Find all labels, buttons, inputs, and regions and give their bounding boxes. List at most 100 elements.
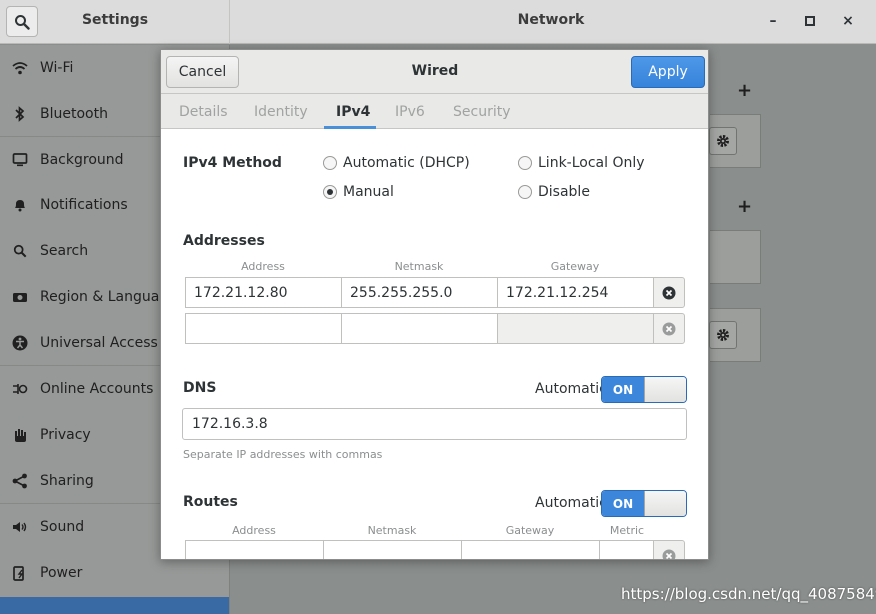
column-header-address: Address — [241, 260, 285, 273]
window-titlebar: Settings Network – × — [0, 0, 876, 44]
radio-label: Disable — [538, 184, 590, 200]
speaker-icon — [13, 522, 27, 532]
watermark: https://blog.csdn.net/qq_40875849 — [621, 585, 876, 603]
power-icon — [13, 566, 24, 581]
sidebar-item-label: Universal Access — [40, 335, 158, 351]
routes-heading: Routes — [183, 494, 238, 510]
sidebar-item-label: Notifications — [40, 197, 128, 213]
sidebar-item-label: Wi-Fi — [40, 60, 74, 76]
switch-on-label: ON — [602, 491, 644, 516]
tab-ipv6[interactable]: IPv6 — [395, 104, 425, 120]
tab-details[interactable]: Details — [179, 104, 228, 120]
bell-icon — [15, 200, 25, 212]
sidebar-item-label: Sharing — [40, 473, 94, 489]
delete-address-button[interactable] — [653, 277, 685, 308]
gateway-input[interactable]: 172.21.12.254 — [497, 277, 654, 308]
addresses-heading: Addresses — [183, 233, 265, 249]
netmask-input-empty[interactable] — [341, 313, 498, 344]
settings-header: Settings — [0, 0, 230, 44]
route-column-gateway: Gateway — [505, 524, 555, 537]
dns-automatic-label: Automatic — [535, 381, 607, 397]
route-column-address: Address — [232, 524, 276, 537]
accessibility-icon — [12, 335, 28, 351]
routes-automatic-label: Automatic — [535, 495, 607, 511]
wired-settings-button[interactable] — [709, 127, 737, 155]
share-icon — [12, 473, 27, 489]
gear-icon — [717, 329, 729, 341]
sidebar-item-label: Search — [40, 243, 89, 259]
ipv4-method-label: IPv4 Method — [183, 155, 282, 171]
proxy-settings-button[interactable] — [709, 321, 737, 349]
settings-title: Settings — [81, 12, 149, 28]
delete-route-button[interactable] — [653, 540, 685, 559]
bluetooth-icon — [15, 106, 25, 122]
radio-label: Manual — [343, 184, 394, 200]
wired-settings-dialog: Cancel Wired Apply Details Identity IPv4… — [160, 49, 709, 560]
radio-indicator-selected — [323, 185, 337, 199]
cancel-button[interactable]: Cancel — [166, 56, 239, 88]
search-button[interactable] — [6, 6, 38, 37]
maximize-icon — [805, 16, 815, 26]
clear-icon — [662, 322, 676, 335]
sidebar-item-label: Privacy — [40, 427, 91, 443]
column-header-gateway: Gateway — [550, 260, 600, 273]
sidebar-item-label: Online Accounts — [40, 381, 154, 397]
dns-input[interactable]: 172.16.3.8 — [182, 408, 687, 440]
route-column-metric: Metric — [609, 524, 645, 537]
add-connection-button[interactable]: + — [737, 80, 752, 101]
gear-icon — [717, 135, 729, 147]
route-column-netmask: Netmask — [367, 524, 417, 537]
sidebar-item-label: Background — [40, 152, 124, 168]
dns-heading: DNS — [183, 380, 217, 396]
vpn-card — [710, 230, 761, 284]
radio-label: Link-Local Only — [538, 155, 645, 171]
sidebar-item-selected[interactable] — [0, 597, 229, 614]
route-metric-input[interactable] — [599, 540, 654, 559]
delete-address-button-empty[interactable] — [653, 313, 685, 344]
minimize-button[interactable]: – — [762, 10, 784, 32]
tab-identity[interactable]: Identity — [254, 104, 308, 120]
add-vpn-button[interactable]: + — [737, 196, 752, 217]
dialog-header: Cancel Wired Apply — [161, 50, 708, 94]
radio-indicator — [518, 185, 532, 199]
radio-disable[interactable]: Disable — [518, 184, 590, 200]
radio-label: Automatic (DHCP) — [343, 155, 470, 171]
sidebar-item-label: Bluetooth — [40, 106, 108, 122]
column-header-netmask: Netmask — [394, 260, 444, 273]
search-icon — [15, 14, 30, 30]
radio-automatic-dhcp[interactable]: Automatic (DHCP) — [323, 155, 470, 171]
address-input-empty[interactable] — [185, 313, 342, 344]
route-gateway-input[interactable] — [461, 540, 600, 559]
display-icon — [12, 153, 28, 167]
radio-indicator — [323, 156, 337, 170]
online-accounts-icon — [13, 384, 28, 394]
gateway-input-empty[interactable] — [497, 313, 654, 344]
sidebar-item-label: Power — [40, 565, 83, 581]
address-input[interactable]: 172.21.12.80 — [185, 277, 342, 308]
clear-icon — [662, 286, 676, 299]
dns-automatic-switch[interactable]: ON — [601, 376, 687, 403]
switch-on-label: ON — [602, 377, 644, 402]
active-tab-indicator — [324, 126, 376, 129]
routes-automatic-switch[interactable]: ON — [601, 490, 687, 517]
apply-button[interactable]: Apply — [631, 56, 705, 88]
maximize-button[interactable] — [799, 10, 821, 32]
route-netmask-input[interactable] — [323, 540, 462, 559]
route-address-input[interactable] — [185, 540, 324, 559]
netmask-input[interactable]: 255.255.255.0 — [341, 277, 498, 308]
hand-icon — [15, 428, 26, 442]
tab-security[interactable]: Security — [453, 104, 511, 120]
dns-hint: Separate IP addresses with commas — [183, 448, 383, 461]
sidebar-item-label: Region & Language — [40, 289, 177, 305]
sidebar-item-label: Sound — [40, 519, 85, 535]
radio-indicator — [518, 156, 532, 170]
radio-link-local-only[interactable]: Link-Local Only — [518, 155, 645, 171]
switch-knob — [644, 491, 686, 516]
radio-manual[interactable]: Manual — [323, 184, 394, 200]
wifi-icon — [12, 62, 28, 75]
switch-knob — [644, 377, 686, 402]
close-button[interactable]: × — [837, 10, 859, 32]
search-icon — [13, 244, 27, 258]
dialog-tabs: Details Identity IPv4 IPv6 Security — [161, 94, 708, 129]
tab-ipv4[interactable]: IPv4 — [336, 104, 370, 120]
